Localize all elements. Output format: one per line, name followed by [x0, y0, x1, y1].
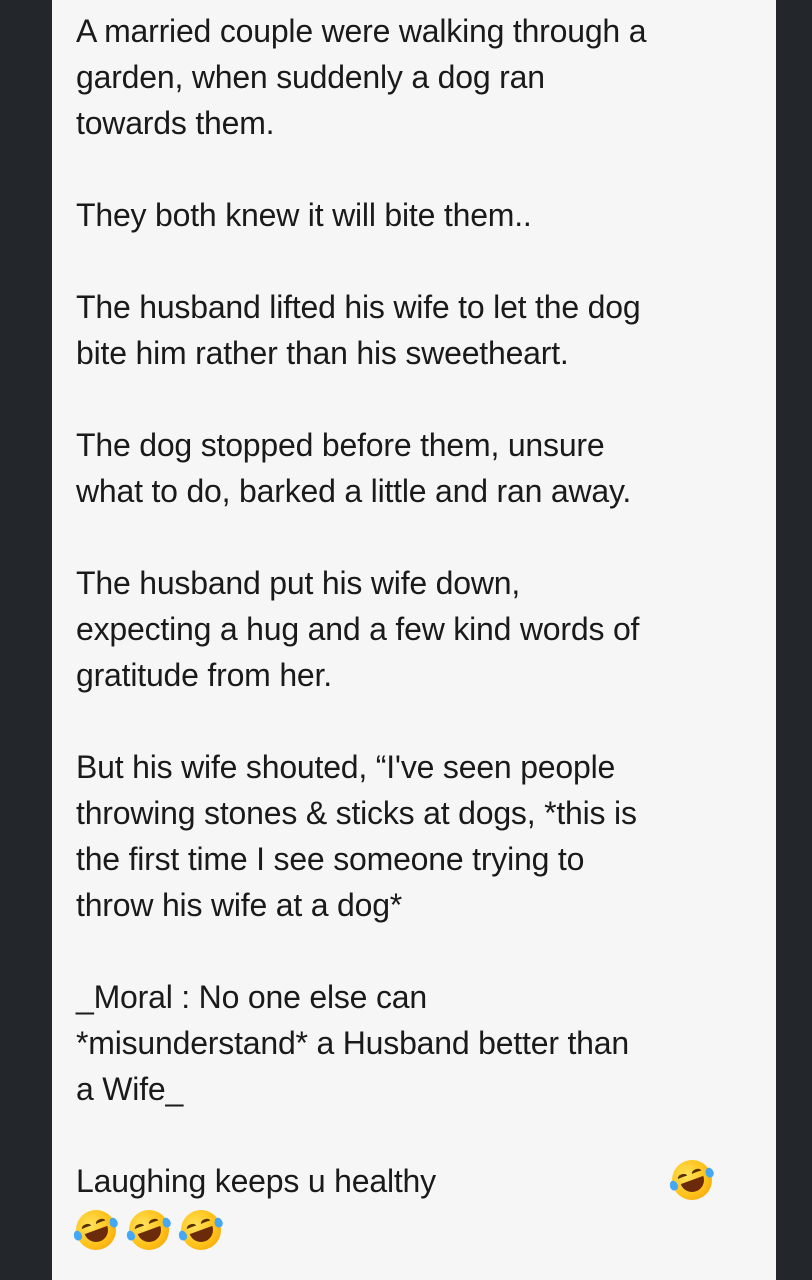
laughing-emoji-icon: [175, 1203, 228, 1256]
paragraph: A married couple were walking through a …: [76, 13, 647, 141]
closing-line-row: Laughing keeps u healthy: [76, 1154, 766, 1206]
post-card: A married couple were walking through a …: [52, 0, 776, 1280]
paragraph: But his wife shouted, “I've seen people …: [76, 749, 637, 923]
paragraph: The husband lifted his wife to let the d…: [76, 289, 641, 371]
closing-line: Laughing keeps u healthy: [76, 1163, 436, 1199]
post-text: A married couple were walking through a …: [70, 8, 766, 1256]
emoji-row: [70, 1203, 766, 1256]
laughing-emoji-icon: [70, 1203, 122, 1256]
laughing-emoji-icon: [666, 1154, 718, 1206]
laughing-emoji-icon: [123, 1203, 175, 1256]
paragraph: They both knew it will bite them..: [76, 197, 532, 233]
paragraph: The dog stopped before them, unsure what…: [76, 427, 632, 509]
paragraph: The husband put his wife down, expecting…: [76, 565, 640, 693]
paragraph: _Moral : No one else can *misunderstand*…: [76, 979, 629, 1107]
